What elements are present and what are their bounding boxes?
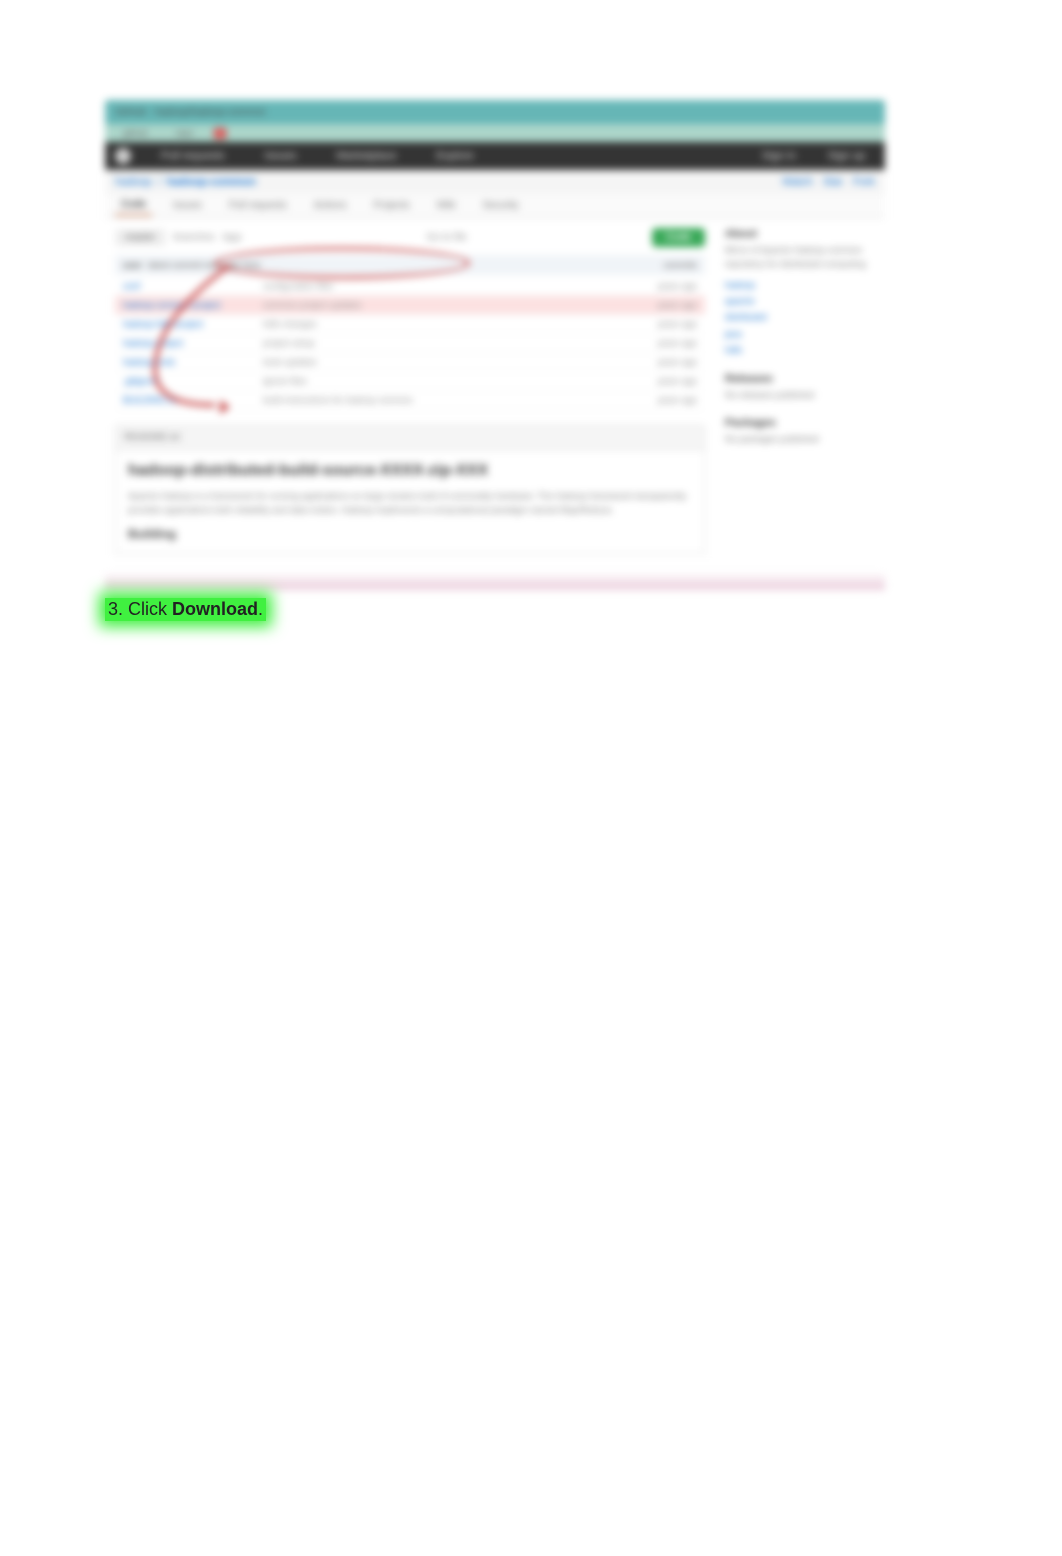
repo-tabs: Code Issues Pull requests Actions Projec…: [105, 194, 885, 218]
star-button[interactable]: Star: [823, 176, 843, 188]
tab-projects[interactable]: Projects: [368, 196, 416, 215]
tab-code[interactable]: Code: [115, 195, 152, 216]
github-screenshot: GitHub - hadoop/hadoop-common github rep…: [105, 100, 885, 590]
nav-marketplace[interactable]: Marketplace: [326, 146, 406, 166]
topic-tag[interactable]: distributed: [725, 309, 875, 325]
releases-title: Releases: [725, 373, 875, 385]
releases-text: No releases published: [725, 389, 875, 403]
breadcrumb: hadoop / hadoop-common Watch Star Fork: [105, 170, 885, 194]
breadcrumb-separator: /: [158, 176, 161, 188]
notification-badge[interactable]: 1: [214, 128, 226, 139]
file-time: years ago: [627, 281, 697, 291]
readme-text: Apache Hadoop is a framework for running…: [128, 490, 692, 517]
step-target: Download: [172, 599, 258, 619]
file-time: years ago: [627, 300, 697, 310]
repo-sidebar: About Mirror of Apache Hadoop common rep…: [715, 228, 875, 554]
nav-signup[interactable]: Sign up: [818, 146, 875, 166]
nav-pullrequests[interactable]: Pull requests: [151, 146, 235, 166]
file-time: years ago: [627, 395, 697, 405]
breadcrumb-user[interactable]: hadoop: [115, 176, 152, 188]
topic-tag[interactable]: apache: [725, 293, 875, 309]
browser-tab[interactable]: github: [115, 126, 156, 140]
tab-actions[interactable]: Actions: [308, 196, 353, 215]
topic-tag[interactable]: java: [725, 326, 875, 342]
browser-titlebar: GitHub - hadoop/hadoop-common: [105, 100, 885, 124]
step-number: 3.: [108, 599, 123, 619]
tab-wiki[interactable]: Wiki: [431, 196, 462, 215]
browser-tabs-row: github repo 1: [105, 124, 885, 142]
fade-overlay: [105, 572, 885, 590]
github-top-nav: Pull requests Issues Marketplace Explore…: [105, 142, 885, 170]
code-download-button[interactable]: Code: [652, 228, 705, 247]
instruction-step: 3. Click Download.: [105, 598, 266, 621]
watch-button[interactable]: Watch: [782, 176, 813, 188]
topic-tag[interactable]: hdfs: [725, 342, 875, 358]
tags-link[interactable]: tags: [223, 232, 242, 243]
github-logo-icon[interactable]: [115, 148, 131, 164]
branches-link[interactable]: branches: [174, 232, 215, 243]
file-time: years ago: [627, 376, 697, 386]
packages-title: Packages: [725, 417, 875, 429]
step-suffix: .: [258, 599, 263, 619]
fork-button[interactable]: Fork: [853, 176, 875, 188]
nav-explore[interactable]: Explore: [426, 146, 483, 166]
file-time: years ago: [627, 338, 697, 348]
annotation-arrow-head: [220, 400, 230, 414]
readme-body: hadoop-distributed-build-source-XXXX-zip…: [115, 450, 705, 554]
readme-subheading: Building: [128, 527, 692, 541]
tab-issues[interactable]: Issues: [167, 196, 208, 215]
about-title: About: [725, 228, 875, 240]
topic-tag[interactable]: hadoop: [725, 277, 875, 293]
file-time: years ago: [627, 319, 697, 329]
branch-selector[interactable]: master: [115, 229, 166, 246]
tab-security[interactable]: Security: [477, 196, 525, 215]
nav-issues[interactable]: Issues: [255, 146, 307, 166]
tab-pullrequests[interactable]: Pull requests: [223, 196, 293, 215]
file-time: years ago: [627, 357, 697, 367]
goto-file[interactable]: Go to file: [427, 232, 467, 243]
packages-text: No packages published: [725, 433, 875, 447]
browser-title: GitHub - hadoop/hadoop-common: [115, 107, 266, 118]
commit-count[interactable]: commits: [664, 260, 698, 270]
step-action: Click: [128, 599, 167, 619]
nav-signin[interactable]: Sign in: [752, 146, 806, 166]
commit-author[interactable]: user: [123, 260, 142, 270]
about-text: Mirror of Apache Hadoop common repositor…: [725, 244, 875, 271]
branch-bar: master branches tags Go to file Code: [115, 228, 705, 247]
annotation-arrow: [145, 260, 325, 440]
readme-title: hadoop-distributed-build-source-XXXX-zip…: [128, 462, 692, 480]
browser-tab[interactable]: repo: [168, 126, 202, 140]
breadcrumb-repo[interactable]: hadoop-common: [167, 176, 256, 188]
